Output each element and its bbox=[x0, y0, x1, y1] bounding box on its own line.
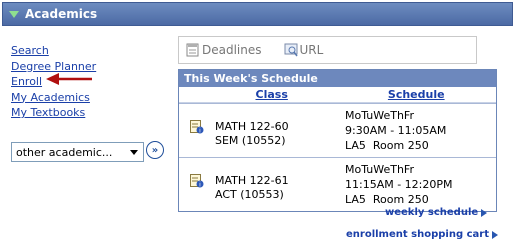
enrollment-cart-label: enrollment shopping cart bbox=[346, 229, 489, 240]
class-location: LA5 Room 250 bbox=[345, 193, 429, 206]
play-arrow-icon bbox=[491, 230, 498, 239]
dropdown-arrow-icon[interactable] bbox=[130, 149, 138, 155]
schedule-header-row: Class Schedule bbox=[179, 87, 496, 103]
class-code: MATH 122-61 bbox=[215, 174, 289, 187]
link-my-academics[interactable]: My Academics bbox=[11, 90, 96, 106]
table-row: i MATH 122-60 SEM (10552) MoTuWeThFr 9:3… bbox=[179, 103, 496, 157]
play-arrow-icon bbox=[481, 208, 488, 217]
link-degree-planner[interactable]: Degree Planner bbox=[11, 59, 96, 75]
red-arrow-icon bbox=[46, 73, 92, 85]
class-days: MoTuWeThFr bbox=[345, 163, 414, 176]
class-section: SEM (10552) bbox=[215, 134, 286, 147]
select-value: other academic... bbox=[16, 145, 113, 159]
url-icon bbox=[284, 43, 298, 57]
class-details-icon[interactable]: i bbox=[190, 120, 204, 134]
academics-header[interactable]: Academics bbox=[2, 2, 513, 26]
tab-deadlines-label: Deadlines bbox=[202, 43, 262, 57]
deadlines-icon bbox=[186, 43, 199, 57]
class-section: ACT (10553) bbox=[215, 188, 284, 201]
class-location: LA5 Room 250 bbox=[345, 139, 429, 152]
go-button[interactable]: » bbox=[146, 141, 164, 159]
class-days: MoTuWeThFr bbox=[345, 109, 414, 122]
weekly-schedule-label: weekly schedule bbox=[385, 207, 479, 218]
schedule-title: This Week's Schedule bbox=[179, 70, 496, 87]
tab-url-label: URL bbox=[299, 43, 324, 57]
column-class-link[interactable]: Class bbox=[256, 88, 288, 101]
schedule-table: This Week's Schedule Class Schedule i MA… bbox=[178, 69, 497, 212]
weekly-schedule-link[interactable]: weekly schedule bbox=[385, 207, 488, 218]
link-search[interactable]: Search bbox=[11, 43, 96, 59]
enrollment-cart-link[interactable]: enrollment shopping cart bbox=[346, 229, 498, 240]
collapse-triangle-icon[interactable] bbox=[9, 10, 19, 18]
class-details-icon[interactable]: i bbox=[190, 174, 204, 188]
class-code: MATH 122-60 bbox=[215, 120, 289, 133]
class-time: 9:30AM - 11:05AM bbox=[345, 124, 447, 137]
tabs-bar: Deadlines URL bbox=[178, 36, 477, 64]
class-time: 11:15AM - 12:20PM bbox=[345, 178, 453, 191]
tab-url[interactable]: URL bbox=[284, 43, 324, 57]
tab-deadlines[interactable]: Deadlines bbox=[186, 43, 262, 57]
table-row: i MATH 122-61 ACT (10553) MoTuWeThFr 11:… bbox=[179, 157, 496, 211]
other-academic-select[interactable]: other academic... bbox=[11, 142, 144, 162]
header-title: Academics bbox=[25, 7, 98, 21]
column-schedule-link[interactable]: Schedule bbox=[388, 88, 445, 101]
link-my-textbooks[interactable]: My Textbooks bbox=[11, 105, 96, 121]
